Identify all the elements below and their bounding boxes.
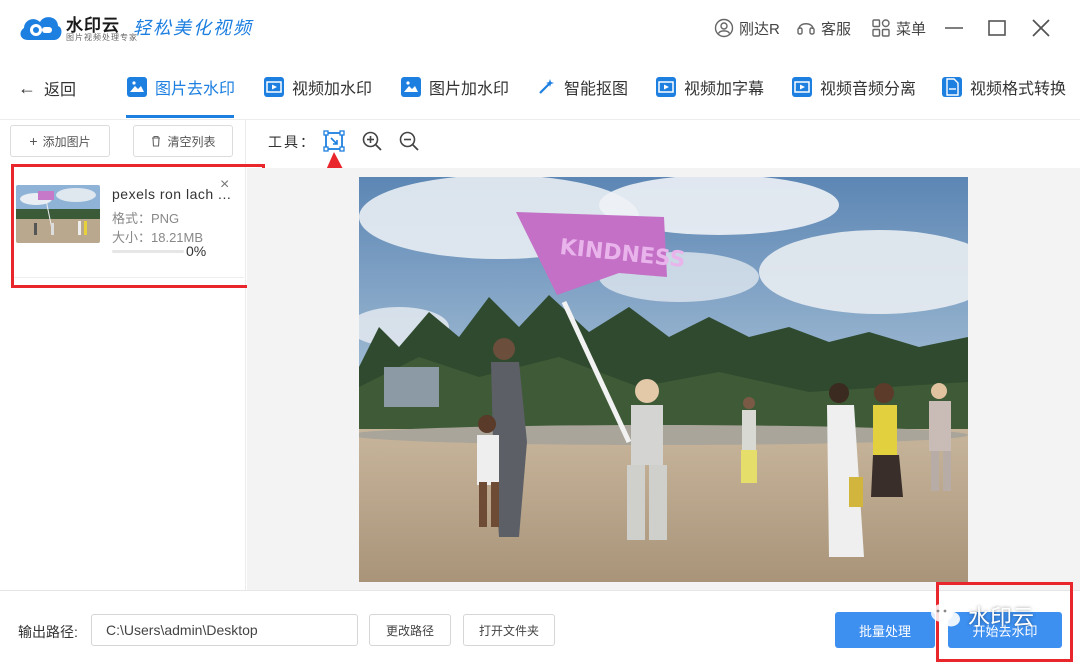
tools-label: 工具： [268, 134, 316, 150]
video-icon [264, 77, 284, 97]
video-icon [656, 77, 676, 97]
tab-video-add-subtitles[interactable]: 视频加字幕 [656, 74, 764, 100]
title-bar: 水印云 图片视频处理专家 轻松美化视频 刚达R 客服 菜单 [0, 0, 1080, 56]
image-icon [401, 77, 421, 97]
video-icon [792, 77, 812, 97]
highlight-box-file [11, 164, 265, 288]
overlay-watermark: 水印云 [930, 600, 1034, 632]
preview-image[interactable]: KINDNESS [359, 177, 968, 582]
watermark-text: 水印云 [968, 605, 1035, 630]
minimize-icon[interactable] [942, 16, 966, 40]
active-tab-indicator [126, 115, 234, 118]
back-label: 返回 [44, 82, 77, 99]
arrow-left-icon: ← [18, 77, 36, 98]
add-image-button[interactable]: + 添加图片 [10, 125, 110, 157]
tab-label: 视频加字幕 [684, 81, 765, 98]
add-image-label: 添加图片 [42, 134, 91, 149]
maximize-icon[interactable] [985, 16, 1009, 40]
trash-icon [152, 135, 161, 147]
back-button[interactable]: ← 返回 [18, 76, 76, 100]
tab-label: 图片去水印 [155, 81, 236, 98]
tab-smart-cutout[interactable]: 智能抠图 [536, 74, 628, 100]
clear-list-label: 清空列表 [167, 134, 216, 149]
tab-video-format-conversion[interactable]: 视频格式转换 [942, 74, 1066, 100]
menu-label: 菜单 [896, 20, 927, 38]
batch-process-button[interactable]: 批量处理 [835, 612, 935, 648]
plus-icon: + [29, 133, 38, 149]
brand-subtitle: 图片视频处理专家 [66, 33, 138, 42]
tab-video-audio-separation[interactable]: 视频音频分离 [792, 74, 916, 100]
open-folder-button[interactable]: 打开文件夹 [463, 614, 555, 646]
close-icon[interactable] [1029, 16, 1053, 40]
service-label: 客服 [821, 20, 852, 38]
file-format-icon [942, 77, 962, 97]
tab-image-add-watermark[interactable]: 图片加水印 [401, 74, 509, 100]
tab-label: 视频格式转换 [970, 81, 1067, 98]
selection-box-icon[interactable] [323, 130, 345, 152]
user-account[interactable]: 刚达R [714, 17, 780, 39]
cloud-logo-icon [20, 17, 62, 40]
bottom-bar: 输出路径: C:\Users\admin\Desktop 更改路径 打开文件夹 … [0, 590, 1080, 666]
feature-nav: ← 返回 图片去水印 视频加水印 图片加水印 智能抠图 视频加字幕 视频音频分离… [0, 56, 1080, 120]
tab-label: 智能抠图 [564, 81, 629, 98]
output-path-field[interactable]: C:\Users\admin\Desktop [91, 614, 358, 646]
clear-list-button[interactable]: 清空列表 [133, 125, 233, 157]
output-path-label: 输出路径: [18, 624, 78, 640]
user-name: 刚达R [739, 20, 780, 38]
customer-service[interactable]: 客服 [796, 17, 851, 39]
magic-wand-icon [536, 77, 556, 97]
main-menu[interactable]: 菜单 [871, 17, 926, 39]
image-icon [127, 77, 147, 97]
grid-menu-icon [872, 19, 890, 37]
slogan: 轻松美化视频 [133, 18, 253, 39]
change-path-button[interactable]: 更改路径 [369, 614, 451, 646]
user-icon [714, 18, 734, 38]
tab-image-watermark-removal[interactable]: 图片去水印 [127, 74, 235, 100]
zoom-out-icon[interactable] [398, 130, 420, 152]
zoom-in-icon[interactable] [361, 130, 383, 152]
wechat-icon [931, 604, 960, 627]
tab-label: 图片加水印 [429, 81, 510, 98]
headset-icon [797, 23, 815, 35]
tab-label: 视频加水印 [292, 81, 373, 98]
tab-video-add-watermark[interactable]: 视频加水印 [264, 74, 372, 100]
tab-label: 视频音频分离 [820, 81, 917, 98]
